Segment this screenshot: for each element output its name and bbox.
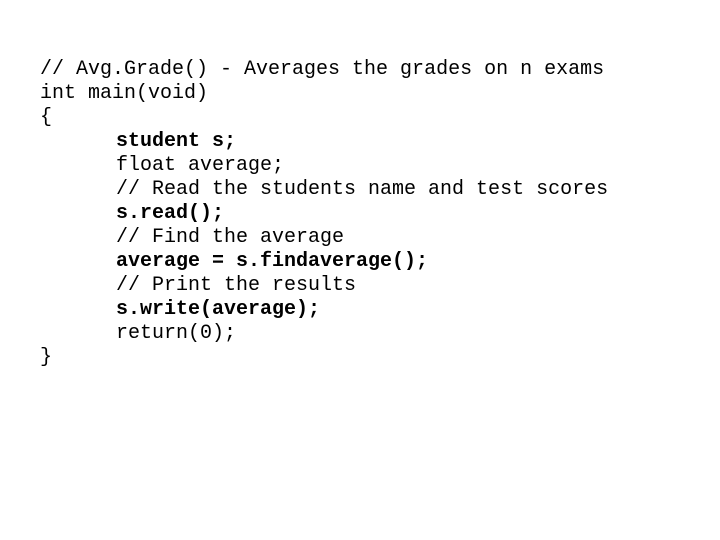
code-line: average = s.findaverage();: [116, 250, 429, 273]
code-line: float average;: [116, 154, 285, 177]
code-line: {: [40, 106, 53, 129]
code-line: int main(void): [40, 82, 209, 105]
code-line: }: [40, 346, 53, 369]
code-line: // Avg.Grade() - Averages the grades on …: [40, 58, 605, 81]
code-line: return(0);: [116, 322, 237, 345]
code-line: s.read();: [116, 202, 225, 225]
code-line: student s;: [116, 130, 237, 153]
slide-canvas: // Avg.Grade() - Averages the grades on …: [0, 0, 720, 540]
code-listing: // Avg.Grade() - Averages the grades on …: [40, 58, 700, 370]
code-line: // Find the average: [116, 226, 345, 249]
code-line: // Print the results: [116, 274, 357, 297]
code-line: // Read the students name and test score…: [116, 178, 609, 201]
code-line: s.write(average);: [116, 298, 321, 321]
